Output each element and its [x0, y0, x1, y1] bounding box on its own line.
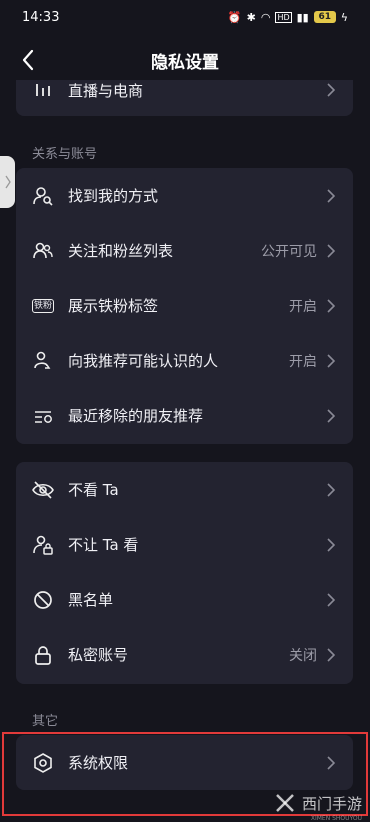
iron-fan-badge-icon: 铁粉 [32, 298, 54, 313]
chevron-right-icon [327, 537, 337, 553]
watermark: 西门手游 XIMEN SHOUYOU [274, 792, 362, 822]
settings-row-recommend-people[interactable]: 向我推荐可能认识的人 开启 [16, 333, 353, 388]
settings-row-label: 展示铁粉标签 [68, 297, 159, 315]
watermark-text: 西门手游 [301, 794, 362, 813]
charging-icon: ϟ [340, 10, 348, 24]
settings-row-find-me[interactable]: 找到我的方式 [16, 168, 353, 223]
chevron-right-icon [327, 408, 337, 424]
settings-row-label: 私密账号 [68, 646, 129, 664]
chevron-right-icon [327, 243, 337, 259]
settings-row-value: 关闭 [289, 647, 317, 664]
wifi-icon: ◠ [260, 10, 271, 24]
settings-row-label: 关注和粉丝列表 [68, 242, 174, 260]
settings-row-value: 公开可见 [261, 243, 317, 260]
bluetooth-icon: ✱ [246, 10, 256, 24]
hd-icon: HD [275, 11, 292, 23]
settings-row-label: 最近移除的朋友推荐 [68, 407, 204, 425]
back-button[interactable] [14, 46, 42, 74]
watermark-subtext: XIMEN SHOUYOU [310, 815, 362, 822]
settings-row-blocklist[interactable]: 黑名单 [16, 572, 353, 627]
section-title-other: 其它 [32, 714, 59, 729]
chevron-right-icon [327, 592, 337, 608]
settings-row-label: 不看 Ta [68, 481, 119, 499]
eye-off-icon [32, 479, 54, 501]
status-bar: 14:33 ⏰ ✱ ◠ HD ▮▮ 61 ϟ [0, 0, 370, 34]
people-icon [32, 240, 54, 262]
settings-row-label: 向我推荐可能认识的人 [68, 352, 219, 370]
alarm-icon: ⏰ [227, 10, 242, 24]
chevron-left-icon [22, 49, 34, 71]
battery-icon: 61 [313, 11, 336, 23]
top-card-partial: 直播与电商 [16, 80, 353, 116]
bar-chart-icon [32, 80, 54, 101]
settings-row-value: 开启 [289, 298, 317, 315]
chevron-right-icon [327, 298, 337, 314]
lock-icon [32, 644, 54, 666]
status-time: 14:33 [22, 9, 60, 25]
chevron-right-icon [327, 482, 337, 498]
chevron-right-icon [327, 353, 337, 369]
settings-row-value: 开启 [289, 353, 317, 370]
relations-card: 找到我的方式 关注和粉丝列表 公开可见 铁粉 展示铁粉标签 开启 向我推荐可能认… [16, 168, 353, 444]
settings-row-iron-fan-badge[interactable]: 铁粉 展示铁粉标签 开启 [16, 278, 353, 333]
signal-icon: ▮▮ [296, 10, 309, 24]
page-title: 隐私设置 [151, 52, 219, 73]
nav-bar: 隐私设置 [0, 40, 370, 80]
settings-row-hide-from-them[interactable]: 不让 Ta 看 [16, 517, 353, 572]
chevron-right-icon [327, 188, 337, 204]
visibility-card: 不看 Ta 不让 Ta 看 黑名单 私密账号 关闭 [16, 462, 353, 684]
settings-row-follow-fans-list[interactable]: 关注和粉丝列表 公开可见 [16, 223, 353, 278]
person-lock-icon [32, 534, 54, 556]
status-icons: ⏰ ✱ ◠ HD ▮▮ 61 ϟ [228, 11, 348, 24]
settings-row-removed-recommendations[interactable]: 最近移除的朋友推荐 [16, 388, 353, 443]
chevron-right-icon [4, 175, 11, 189]
person-search-icon [32, 185, 54, 207]
watermark-logo-icon [276, 794, 294, 812]
side-drawer-handle[interactable] [0, 156, 15, 208]
person-link-icon [32, 350, 54, 372]
settings-row-label: 黑名单 [68, 591, 114, 609]
settings-row-private-account[interactable]: 私密账号 关闭 [16, 627, 353, 682]
chevron-right-icon [327, 82, 337, 98]
settings-row-label: 不让 Ta 看 [68, 536, 139, 554]
settings-row-live-commerce[interactable]: 直播与电商 [16, 80, 353, 100]
settings-row-hide-from-me[interactable]: 不看 Ta [16, 462, 353, 517]
section-title-relations: 关系与账号 [32, 147, 98, 162]
chevron-right-icon [327, 647, 337, 663]
block-icon [32, 589, 54, 611]
settings-row-label: 直播与电商 [68, 81, 144, 100]
list-remove-icon [32, 405, 54, 427]
settings-row-label: 找到我的方式 [68, 187, 159, 205]
